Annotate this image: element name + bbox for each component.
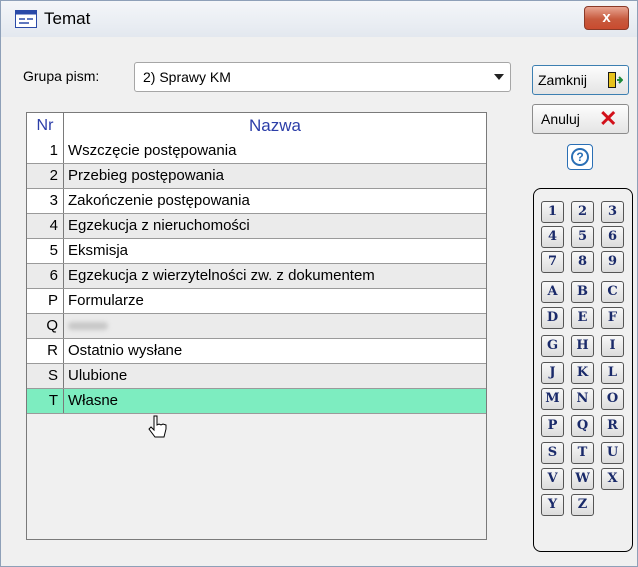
table-row[interactable]: 1 Wszczęcie postępowania bbox=[27, 139, 486, 164]
key-i[interactable]: I bbox=[601, 335, 624, 357]
help-button[interactable]: ? bbox=[567, 144, 593, 170]
row-nr: 2 bbox=[27, 164, 64, 188]
row-nr: 1 bbox=[27, 139, 64, 163]
row-name: Egzekucja z nieruchomości bbox=[68, 217, 250, 234]
key-j[interactable]: J bbox=[541, 362, 564, 384]
key-7[interactable]: 7 bbox=[541, 251, 564, 273]
key-r[interactable]: R bbox=[601, 415, 624, 437]
grupa-pism-select[interactable]: 2) Sprawy KM bbox=[134, 62, 511, 92]
key-4[interactable]: 4 bbox=[541, 226, 564, 248]
key-z[interactable]: Z bbox=[571, 494, 594, 516]
row-name: Formularze bbox=[68, 292, 144, 309]
row-nr: S bbox=[27, 364, 64, 388]
table-row[interactable]: R Ostatnio wysłane bbox=[27, 339, 486, 364]
key-b[interactable]: B bbox=[571, 281, 594, 303]
table-row[interactable]: Q bbox=[27, 314, 486, 339]
key-h[interactable]: H bbox=[571, 335, 594, 357]
key-6[interactable]: 6 bbox=[601, 226, 624, 248]
table-row-selected[interactable]: T Własne bbox=[27, 389, 486, 414]
key-m[interactable]: M bbox=[541, 388, 564, 410]
window-close-button[interactable]: x bbox=[584, 6, 629, 30]
x-icon: ✕ bbox=[599, 106, 618, 131]
row-name: Egzekucja z wierzytelności zw. z dokumen… bbox=[68, 267, 375, 284]
table-row[interactable]: 4 Egzekucja z nieruchomości bbox=[27, 214, 486, 239]
window-title: Temat bbox=[44, 9, 91, 28]
chevron-down-icon[interactable] bbox=[494, 74, 504, 80]
letter-keypad: 1 2 3 4 5 6 7 8 9 A B C D E F G H I J K … bbox=[533, 188, 633, 552]
mouse-cursor-icon bbox=[148, 415, 167, 438]
window-icon bbox=[15, 10, 37, 28]
row-name: Wszczęcie postępowania bbox=[68, 142, 237, 159]
key-q[interactable]: Q bbox=[571, 415, 594, 437]
key-3[interactable]: 3 bbox=[601, 201, 624, 223]
key-9[interactable]: 9 bbox=[601, 251, 624, 273]
key-x[interactable]: X bbox=[601, 468, 624, 490]
row-nr: R bbox=[27, 339, 64, 363]
column-header-nazwa[interactable]: Nazwa bbox=[64, 113, 486, 139]
key-1[interactable]: 1 bbox=[541, 201, 564, 223]
question-icon: ? bbox=[571, 148, 589, 166]
key-u[interactable]: U bbox=[601, 442, 624, 464]
key-g[interactable]: G bbox=[541, 335, 564, 357]
key-f[interactable]: F bbox=[601, 307, 624, 329]
key-c[interactable]: C bbox=[601, 281, 624, 303]
row-nr: 3 bbox=[27, 189, 64, 213]
key-5[interactable]: 5 bbox=[571, 226, 594, 248]
grupa-pism-label: Grupa pism: bbox=[23, 68, 100, 84]
row-nr: 6 bbox=[27, 264, 64, 288]
exit-door-icon bbox=[608, 72, 623, 88]
row-name: Zakończenie postępowania bbox=[68, 192, 250, 209]
key-v[interactable]: V bbox=[541, 468, 564, 490]
key-p[interactable]: P bbox=[541, 415, 564, 437]
key-l[interactable]: L bbox=[601, 362, 624, 384]
row-nr: Q bbox=[27, 314, 64, 338]
temat-dialog: Temat x Grupa pism: 2) Sprawy KM Nr Nazw… bbox=[0, 0, 638, 567]
key-d[interactable]: D bbox=[541, 307, 564, 329]
table-row[interactable]: 3 Zakończenie postępowania bbox=[27, 189, 486, 214]
table-row[interactable]: 6 Egzekucja z wierzytelności zw. z dokum… bbox=[27, 264, 486, 289]
key-a[interactable]: A bbox=[541, 281, 564, 303]
temat-table: Nr Nazwa 1 Wszczęcie postępowania 2 Prze… bbox=[26, 112, 487, 540]
key-k[interactable]: K bbox=[571, 362, 594, 384]
zamknij-label: Zamknij bbox=[538, 72, 588, 88]
title-bar: Temat x bbox=[1, 1, 637, 37]
row-nr: P bbox=[27, 289, 64, 313]
anuluj-label: Anuluj bbox=[541, 111, 580, 127]
key-y[interactable]: Y bbox=[541, 494, 564, 516]
zamknij-button[interactable]: Zamknij bbox=[532, 65, 629, 95]
table-row[interactable]: P Formularze bbox=[27, 289, 486, 314]
key-e[interactable]: E bbox=[571, 307, 594, 329]
grupa-pism-value: 2) Sprawy KM bbox=[143, 69, 231, 85]
redacted-text bbox=[68, 322, 108, 330]
row-name: Ostatnio wysłane bbox=[68, 342, 183, 359]
row-name-redacted bbox=[68, 314, 108, 338]
key-t[interactable]: T bbox=[571, 442, 594, 464]
row-nr: T bbox=[27, 389, 64, 413]
column-header-nr[interactable]: Nr bbox=[27, 113, 64, 139]
table-row[interactable]: S Ulubione bbox=[27, 364, 486, 389]
key-o[interactable]: O bbox=[601, 388, 624, 410]
table-header: Nr Nazwa bbox=[27, 113, 486, 140]
row-name: Własne bbox=[68, 392, 119, 409]
row-name: Przebieg postępowania bbox=[68, 167, 224, 184]
anuluj-button[interactable]: Anuluj ✕ bbox=[532, 104, 629, 134]
row-nr: 5 bbox=[27, 239, 64, 263]
key-s[interactable]: S bbox=[541, 442, 564, 464]
key-w[interactable]: W bbox=[571, 468, 594, 490]
key-2[interactable]: 2 bbox=[571, 201, 594, 223]
key-n[interactable]: N bbox=[571, 388, 594, 410]
row-nr: 4 bbox=[27, 214, 64, 238]
table-row[interactable]: 5 Eksmisja bbox=[27, 239, 486, 264]
row-name: Ulubione bbox=[68, 367, 128, 384]
table-row[interactable]: 2 Przebieg postępowania bbox=[27, 164, 486, 189]
key-8[interactable]: 8 bbox=[571, 251, 594, 273]
row-name: Eksmisja bbox=[68, 242, 129, 259]
